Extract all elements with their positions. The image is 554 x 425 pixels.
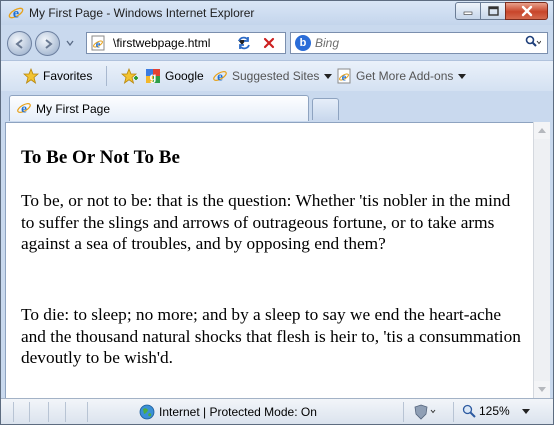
maximize-button[interactable] xyxy=(480,2,506,20)
compatibility-refresh-button[interactable] xyxy=(234,33,254,53)
paragraph-2: To die: to sleep; no more; and by a slee… xyxy=(21,305,521,367)
search-box[interactable]: b Bing xyxy=(290,32,548,54)
svg-text:e: e xyxy=(96,40,101,51)
back-button[interactable] xyxy=(7,31,32,56)
address-bar[interactable]: e \firstwebpage.html xyxy=(86,32,286,54)
zoom-level-button[interactable]: 125% xyxy=(462,404,533,418)
window-controls xyxy=(455,2,548,20)
favorites-bar: Favorites g Google e Suggested Sites e G… xyxy=(1,60,553,91)
favorites-link-google[interactable]: g Google xyxy=(145,68,204,84)
navigation-bar: e \firstwebpage.html b Bing xyxy=(1,25,553,59)
close-icon xyxy=(521,5,532,17)
scroll-up-button[interactable] xyxy=(534,122,550,139)
scroll-up-arrow-icon xyxy=(538,128,546,133)
status-divider xyxy=(403,402,404,422)
ie-page-icon: e xyxy=(17,101,31,116)
favorites-star-icon xyxy=(23,68,39,84)
page-icon: e xyxy=(91,35,105,51)
chevron-down-icon xyxy=(458,73,467,79)
svg-text:e: e xyxy=(342,73,347,84)
favorites-link-suggested-sites[interactable]: e Suggested Sites xyxy=(212,68,333,84)
status-bar: Internet | Protected Mode: On 125% xyxy=(1,398,553,424)
add-favorite-star-icon xyxy=(121,68,138,84)
magnifier-icon xyxy=(525,35,541,47)
scroll-down-button[interactable] xyxy=(534,381,550,398)
suggested-sites-label: Suggested Sites xyxy=(232,69,320,83)
search-button[interactable] xyxy=(525,35,541,49)
minimize-icon xyxy=(463,11,473,15)
get-more-add-ons-label: Get More Add-ons xyxy=(356,69,454,83)
security-zone-label: Internet | Protected Mode: On xyxy=(159,405,317,419)
favorites-separator xyxy=(106,66,107,86)
protected-mode-button[interactable] xyxy=(413,404,437,420)
zoom-magnifier-icon xyxy=(462,404,476,418)
close-button[interactable] xyxy=(505,2,548,20)
window-title: My First Page - Windows Internet Explore… xyxy=(29,6,255,20)
status-divider xyxy=(48,402,49,422)
address-url[interactable]: \firstwebpage.html xyxy=(113,36,210,50)
page-content: To Be Or Not To Be To be, or not to be: … xyxy=(5,122,533,398)
vertical-scrollbar[interactable] xyxy=(533,122,550,398)
search-input[interactable]: Bing xyxy=(315,36,339,50)
browser-window: e My First Page - Windows Internet Explo… xyxy=(0,0,554,425)
page-heading: To Be Or Not To Be xyxy=(21,147,180,168)
chevron-down-icon xyxy=(521,408,530,414)
zoom-level-label: 125% xyxy=(479,404,510,418)
google-icon: g xyxy=(146,69,160,84)
stop-x-icon xyxy=(263,37,275,49)
forward-button[interactable] xyxy=(35,31,60,56)
paragraph-1: To be, or not to be: that is the questio… xyxy=(21,191,511,253)
favorites-button[interactable]: Favorites xyxy=(23,68,92,84)
status-divider xyxy=(29,402,30,422)
ie-page-icon: e xyxy=(213,69,227,84)
tab-strip: e My First Page xyxy=(1,92,553,121)
svg-text:g: g xyxy=(150,72,157,84)
ie-logo-icon: e xyxy=(8,7,24,22)
bing-logo-icon: b xyxy=(295,35,311,51)
status-divider xyxy=(87,402,88,422)
minimize-button[interactable] xyxy=(455,2,481,20)
title-bar: e My First Page - Windows Internet Explo… xyxy=(1,1,553,25)
security-zone[interactable]: Internet | Protected Mode: On xyxy=(139,404,317,420)
favorites-label: Favorites xyxy=(43,69,93,83)
chevron-down-icon xyxy=(324,73,333,79)
tab-my-first-page[interactable]: e My First Page xyxy=(9,95,309,121)
status-divider xyxy=(65,402,66,422)
ie-page-icon: e xyxy=(337,68,351,84)
svg-text:e: e xyxy=(13,7,19,22)
stop-button[interactable] xyxy=(259,33,279,53)
status-divider xyxy=(13,402,14,422)
status-divider xyxy=(453,402,454,422)
shield-icon xyxy=(414,404,436,420)
globe-icon xyxy=(139,404,155,420)
favorites-link-get-more-add-ons[interactable]: e Get More Add-ons xyxy=(336,68,467,84)
svg-text:e: e xyxy=(217,69,223,84)
google-link-label: Google xyxy=(165,69,204,83)
add-to-favorites-bar-button[interactable] xyxy=(121,68,143,84)
recent-pages-dropdown-icon[interactable] xyxy=(66,40,74,46)
new-tab-button[interactable] xyxy=(312,98,339,120)
maximize-icon xyxy=(487,6,499,16)
tab-label: My First Page xyxy=(36,102,111,116)
back-arrow-icon xyxy=(14,38,23,49)
svg-text:e: e xyxy=(21,101,27,116)
refresh-arrows-icon xyxy=(238,36,250,50)
forward-arrow-icon xyxy=(44,38,53,49)
scroll-down-arrow-icon xyxy=(538,387,546,392)
